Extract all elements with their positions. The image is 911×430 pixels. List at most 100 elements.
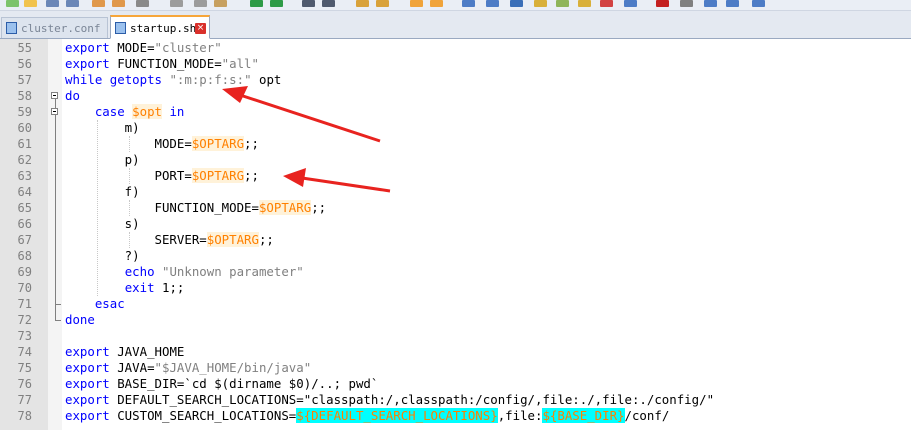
- code-line[interactable]: 76 export BASE_DIR=`cd $(dirname $0)/..; …: [0, 376, 911, 392]
- cut-icon[interactable]: [170, 0, 183, 7]
- code-line[interactable]: 73: [0, 328, 911, 344]
- code-line[interactable]: 66 s): [0, 216, 911, 232]
- keyword-token: done: [65, 312, 95, 327]
- redo-icon[interactable]: [270, 0, 283, 7]
- tab-cluster-conf[interactable]: cluster.conf: [1, 17, 108, 38]
- play-icon[interactable]: [704, 0, 717, 7]
- sync-h-icon[interactable]: [430, 0, 443, 7]
- code-line[interactable]: 60 m): [0, 120, 911, 136]
- keyword-token: do: [65, 88, 80, 103]
- string-token: "all": [221, 56, 259, 71]
- close-all-icon[interactable]: [112, 0, 125, 7]
- code-line[interactable]: 61 MODE=$OPTARG;;: [0, 136, 911, 152]
- code-line[interactable]: 65 FUNCTION_MODE=$OPTARG;;: [0, 200, 911, 216]
- code-token: ;;: [244, 136, 259, 151]
- replace-icon[interactable]: [322, 0, 335, 7]
- variable-token: $OPTARG: [258, 200, 312, 215]
- line-number: 72: [17, 313, 32, 327]
- string-token: "$JAVA_HOME/bin/java": [154, 360, 312, 375]
- code-token: p): [65, 152, 140, 167]
- code-line[interactable]: 59 case $opt in: [0, 104, 911, 120]
- code-line[interactable]: 63 PORT=$OPTARG;;: [0, 168, 911, 184]
- code-line[interactable]: 58 do: [0, 88, 911, 104]
- tab-startup-sh[interactable]: startup.sh ×: [110, 15, 210, 39]
- code-text: ?): [65, 248, 140, 264]
- save-macro-icon[interactable]: [752, 0, 765, 7]
- line-number: 55: [17, 41, 32, 55]
- show-all-chars-icon[interactable]: [486, 0, 499, 7]
- code-text: while getopts ":m:p:f:s:" opt: [65, 72, 281, 88]
- zoom-in-icon[interactable]: [356, 0, 369, 7]
- print-icon[interactable]: [136, 0, 149, 7]
- close-file-icon[interactable]: [92, 0, 105, 7]
- code-line[interactable]: 77 export DEFAULT_SEARCH_LOCATIONS="class…: [0, 392, 911, 408]
- line-number: 63: [17, 169, 32, 183]
- line-number: 64: [17, 185, 32, 199]
- save-icon[interactable]: [46, 0, 59, 7]
- code-line[interactable]: 74 export JAVA_HOME: [0, 344, 911, 360]
- file-icon: [6, 22, 17, 34]
- code-text: exit 1;;: [65, 280, 185, 296]
- zoom-out-icon[interactable]: [376, 0, 389, 7]
- code-text: MODE=$OPTARG;;: [65, 136, 259, 152]
- code-line[interactable]: 71 esac: [0, 296, 911, 312]
- toolbar: [0, 0, 911, 11]
- keyword-token: getopts: [109, 72, 162, 87]
- word-wrap-icon[interactable]: [462, 0, 475, 7]
- code-token: ;;: [244, 168, 259, 183]
- code-token: FUNCTION_MODE=: [65, 200, 259, 215]
- paste-icon[interactable]: [214, 0, 227, 7]
- code-text: export BASE_DIR=`cd $(dirname $0)/..; pw…: [65, 376, 378, 392]
- code-text: export MODE="cluster": [65, 40, 222, 56]
- code-token: SERVER=: [65, 232, 207, 247]
- code-line[interactable]: 78 export CUSTOM_SEARCH_LOCATIONS=${DEFAU…: [0, 408, 911, 424]
- code-text: s): [65, 216, 140, 232]
- code-line[interactable]: 57 while getopts ":m:p:f:s:" opt: [0, 72, 911, 88]
- line-number: 56: [17, 57, 32, 71]
- stop-record-icon[interactable]: [680, 0, 693, 7]
- code-line[interactable]: 56 export FUNCTION_MODE="all": [0, 56, 911, 72]
- code-token: f): [65, 184, 140, 199]
- code-token: ;;: [311, 200, 327, 215]
- lang-icon[interactable]: [534, 0, 547, 7]
- keyword-token: export: [65, 408, 110, 423]
- undo-icon[interactable]: [250, 0, 263, 7]
- monitor-icon[interactable]: [624, 0, 637, 7]
- indent-guide: [129, 168, 130, 184]
- code-line[interactable]: 75 export JAVA="$JAVA_HOME/bin/java": [0, 360, 911, 376]
- code-line[interactable]: 55 export MODE="cluster": [0, 40, 911, 56]
- code-token: CUSTOM_SEARCH_LOCATIONS=: [109, 408, 297, 423]
- code-editor[interactable]: 55 export MODE="cluster" 56 export FUNCTION…: [0, 39, 911, 430]
- code-line[interactable]: 67 SERVER=$OPTARG;;: [0, 232, 911, 248]
- play-multi-icon[interactable]: [726, 0, 739, 7]
- new-file-icon[interactable]: [6, 0, 19, 7]
- variable-token: $opt: [132, 104, 162, 119]
- code-text: echo "Unknown parameter": [65, 264, 304, 280]
- save-all-icon[interactable]: [66, 0, 79, 7]
- code-text: export CUSTOM_SEARCH_LOCATIONS=${DEFAULT…: [65, 408, 669, 424]
- record-icon[interactable]: [656, 0, 669, 7]
- find-icon[interactable]: [302, 0, 315, 7]
- sync-v-icon[interactable]: [410, 0, 423, 7]
- keyword-token: export: [65, 392, 110, 407]
- function-list-icon[interactable]: [578, 0, 591, 7]
- code-line[interactable]: 69 echo "Unknown parameter": [0, 264, 911, 280]
- variable-token: $OPTARG: [191, 168, 245, 183]
- code-line[interactable]: 64 f): [0, 184, 911, 200]
- close-icon[interactable]: ×: [195, 23, 206, 34]
- code-line[interactable]: 70 exit 1;;: [0, 280, 911, 296]
- doc-map-icon[interactable]: [556, 0, 569, 7]
- code-line[interactable]: 72 done: [0, 312, 911, 328]
- keyword-token: in: [169, 104, 185, 119]
- code-text: export FUNCTION_MODE="all": [65, 56, 259, 72]
- open-file-icon[interactable]: [24, 0, 37, 7]
- keyword-token: export: [65, 344, 110, 359]
- code-line[interactable]: 62 p): [0, 152, 911, 168]
- indent-guide-icon[interactable]: [510, 0, 523, 7]
- code-text: export JAVA="$JAVA_HOME/bin/java": [65, 360, 311, 376]
- folder-workspace-icon[interactable]: [600, 0, 613, 7]
- code-line[interactable]: 68 ?): [0, 248, 911, 264]
- copy-icon[interactable]: [194, 0, 207, 7]
- tab-label: cluster.conf: [21, 22, 101, 35]
